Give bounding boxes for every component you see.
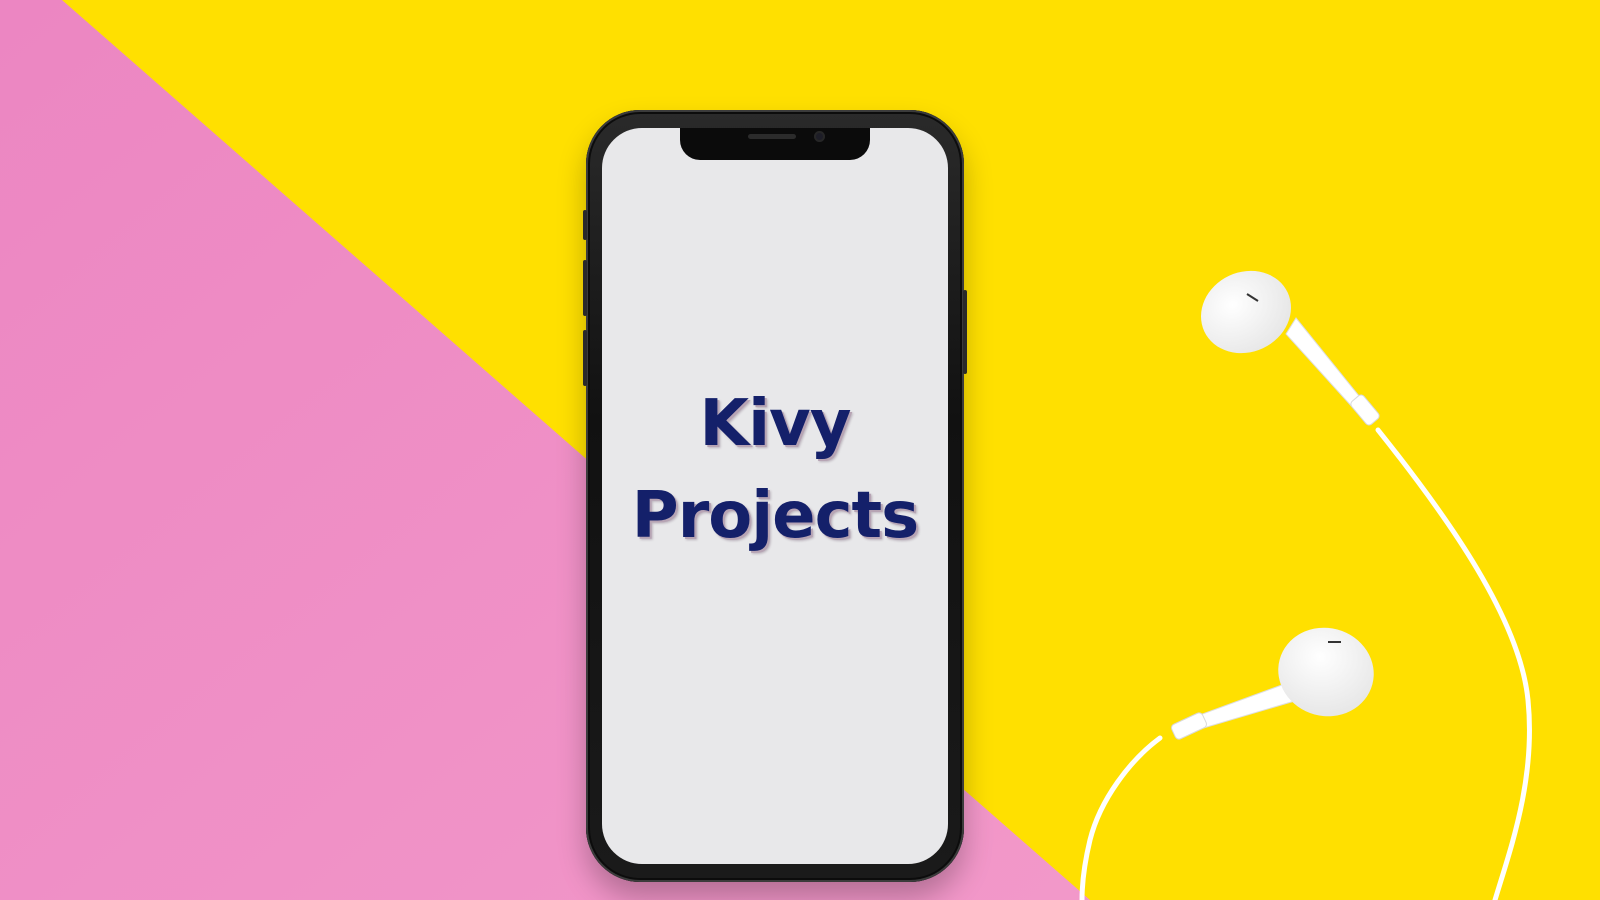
smartphone: Kivy Projects bbox=[583, 110, 967, 882]
phone-side-button-right bbox=[963, 290, 967, 374]
phone-side-button-left-1 bbox=[583, 210, 587, 240]
title-line-1: Kivy bbox=[699, 387, 852, 461]
title-line-2: Projects bbox=[631, 479, 919, 553]
front-camera-icon bbox=[814, 131, 825, 142]
screen-title: Kivy Projects bbox=[602, 378, 948, 562]
phone-side-button-left-3 bbox=[583, 330, 587, 386]
photo-scene: Kivy Projects bbox=[0, 0, 1600, 900]
phone-screen: Kivy Projects bbox=[602, 128, 948, 864]
phone-side-button-left-2 bbox=[583, 260, 587, 316]
phone-notch bbox=[680, 128, 870, 160]
earpiece-speaker bbox=[748, 134, 796, 139]
